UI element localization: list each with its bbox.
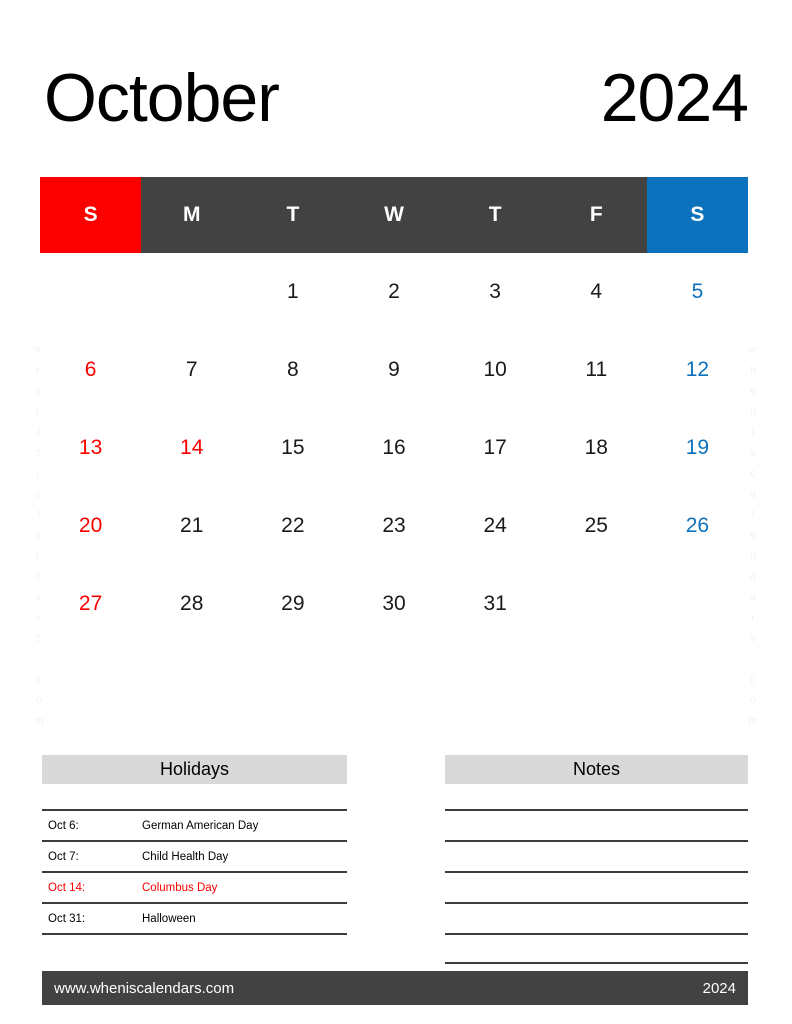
calendar-week-row: 6 7 8 9 10 11 12 xyxy=(40,331,748,409)
holiday-date: Oct 31: xyxy=(48,912,86,925)
day-of-week-header-6: S xyxy=(646,177,748,253)
holiday-date: Oct 14: xyxy=(48,881,86,894)
calendar-day-empty xyxy=(545,565,647,643)
calendar-day-6[interactable]: 6 xyxy=(40,331,142,409)
footer-bar: www.wheniscalendars.com 2024 xyxy=(42,971,748,1005)
note-line[interactable] xyxy=(445,933,748,964)
calendar-day-empty xyxy=(40,253,142,331)
note-line[interactable] xyxy=(445,809,748,840)
calendar-day-17[interactable]: 17 xyxy=(444,409,546,487)
calendar-day-4[interactable]: 4 xyxy=(545,253,647,331)
calendar-day-13[interactable]: 13 xyxy=(40,409,142,487)
day-of-week-header-row: SMTWTFS xyxy=(40,177,748,253)
watermark-char: o xyxy=(35,694,43,707)
calendar-day-5[interactable]: 5 xyxy=(646,253,748,331)
holidays-panel: Holidays Oct 6: German American Day Oct 7:… xyxy=(42,755,347,935)
calendar-day-14[interactable]: 14 xyxy=(141,409,243,487)
title-month: October xyxy=(44,60,280,136)
watermark-char: m xyxy=(748,714,758,727)
watermark-char: c xyxy=(36,673,42,686)
calendar-week-row: 27 28 29 30 31 xyxy=(40,565,748,643)
calendar-day-3[interactable]: 3 xyxy=(444,253,546,331)
calendar-week-row: 20 21 22 23 24 25 26 xyxy=(40,487,748,565)
calendar-day-23[interactable]: 23 xyxy=(343,487,445,565)
notes-heading: Notes xyxy=(445,755,748,784)
notes-panel: Notes xyxy=(445,755,748,964)
calendar-day-25[interactable]: 25 xyxy=(545,487,647,565)
day-of-week-header-0: S xyxy=(40,177,142,253)
holiday-name: Child Health Day xyxy=(142,850,229,863)
calendar-day-10[interactable]: 10 xyxy=(444,331,546,409)
footer-year: 2024 xyxy=(702,979,736,997)
calendar-day-29[interactable]: 29 xyxy=(242,565,344,643)
title-year: 2024 xyxy=(600,60,749,136)
calendar-day-21[interactable]: 21 xyxy=(141,487,243,565)
holiday-row: Oct 31: Halloween xyxy=(42,904,347,935)
calendar-day-27[interactable]: 27 xyxy=(40,565,142,643)
calendar-grid: SMTWTFS 1 2 3 4 5 6 7 8 9 10 11 12 13 14 15 16 17 18 19 20 2… xyxy=(40,177,748,643)
watermark-char: o xyxy=(749,694,757,707)
calendar-day-15[interactable]: 15 xyxy=(242,409,344,487)
day-of-week-header-5: F xyxy=(589,203,603,226)
calendar-day-9[interactable]: 9 xyxy=(343,331,445,409)
calendar-week-row: 12345 xyxy=(40,253,748,331)
calendar-day-7[interactable]: 7 xyxy=(141,331,243,409)
note-line[interactable] xyxy=(445,871,748,902)
holidays-table: Oct 6: German American Day Oct 7: Child Hea… xyxy=(42,809,347,935)
holidays-heading: Holidays xyxy=(42,755,347,784)
calendar-day-2[interactable]: 2 xyxy=(343,253,445,331)
calendar-day-1[interactable]: 1 xyxy=(242,253,344,331)
holiday-row: Oct 14: Columbus Day xyxy=(42,873,347,904)
day-of-week-header-2: T xyxy=(286,203,300,226)
calendar-day-empty xyxy=(141,253,243,331)
page-title: October 2024 xyxy=(44,52,749,144)
calendar-day-18[interactable]: 18 xyxy=(545,409,647,487)
note-line[interactable] xyxy=(445,902,748,933)
day-of-week-header-3: W xyxy=(384,203,404,226)
day-of-week-header-1: M xyxy=(182,203,201,226)
holiday-row: Oct 6: German American Day xyxy=(42,811,347,842)
calendar-day-28[interactable]: 28 xyxy=(141,565,243,643)
calendar-day-31[interactable]: 31 xyxy=(444,565,546,643)
day-of-week-header-4: T xyxy=(488,203,502,226)
calendar-day-20[interactable]: 20 xyxy=(40,487,142,565)
watermark-char: . xyxy=(751,652,755,665)
note-line[interactable] xyxy=(445,840,748,871)
calendar-day-empty xyxy=(646,565,748,643)
calendar-page: wheniscalendars.com wheniscalendars.com … xyxy=(0,0,792,1024)
calendar-day-26[interactable]: 26 xyxy=(646,487,748,565)
calendar-day-24[interactable]: 24 xyxy=(444,487,546,565)
holiday-name: German American Day xyxy=(142,819,259,832)
calendar-week-row: 13 14 15 16 17 18 19 xyxy=(40,409,748,487)
calendar-day-12[interactable]: 12 xyxy=(646,331,748,409)
calendar-day-19[interactable]: 19 xyxy=(646,409,748,487)
calendar-day-16[interactable]: 16 xyxy=(343,409,445,487)
notes-lines[interactable] xyxy=(445,809,748,964)
footer-url[interactable]: www.wheniscalendars.com xyxy=(54,980,234,997)
watermark-char: m xyxy=(34,714,44,727)
watermark-char: c xyxy=(750,673,756,686)
calendar-weeks: 1 2 3 4 5 6 7 8 9 10 11 12 13 14 15 16 17 18 19 20 21 22 23 24 2… xyxy=(40,253,748,643)
holiday-row: Oct 7: Child Health Day xyxy=(42,842,347,873)
calendar-day-11[interactable]: 11 xyxy=(545,331,647,409)
holiday-date: Oct 6: xyxy=(48,819,79,832)
calendar-day-22[interactable]: 22 xyxy=(242,487,344,565)
watermark-char: . xyxy=(37,652,41,665)
holiday-name: Columbus Day xyxy=(142,881,218,894)
calendar-day-8[interactable]: 8 xyxy=(242,331,344,409)
holiday-name: Halloween xyxy=(142,912,196,925)
calendar-day-30[interactable]: 30 xyxy=(343,565,445,643)
holiday-date: Oct 7: xyxy=(48,850,79,863)
